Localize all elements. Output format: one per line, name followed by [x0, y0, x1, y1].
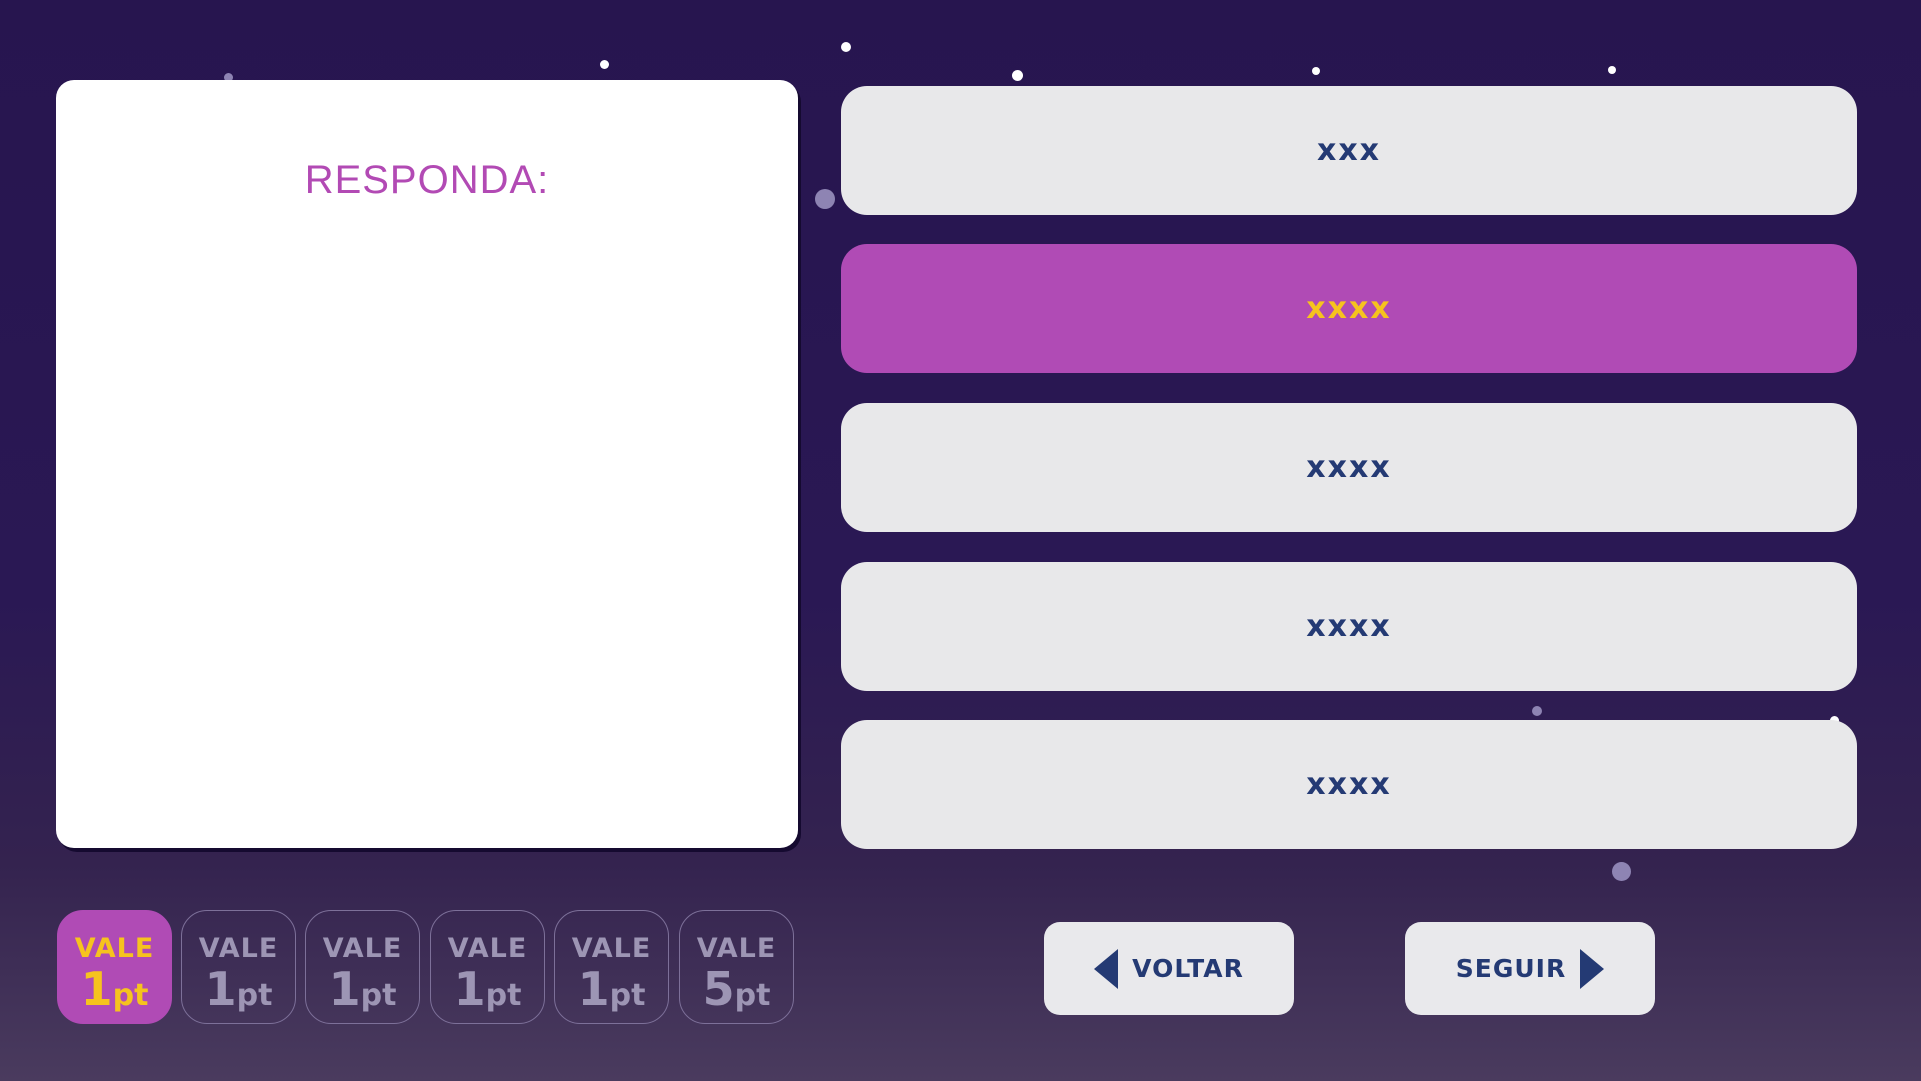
answer-option-text: xxxx — [1306, 450, 1392, 485]
star-decoration — [1532, 706, 1542, 716]
answer-option-text: xxxx — [1306, 609, 1392, 644]
point-value: 1pt — [58, 962, 171, 1016]
point-vale-label: VALE — [447, 933, 528, 964]
point-vale-label: VALE — [571, 933, 652, 964]
star-decoration — [841, 42, 851, 52]
point-value: 1pt — [431, 962, 544, 1016]
next-button[interactable]: SEGUIR — [1405, 922, 1655, 1015]
point-value-tab-6[interactable]: VALE 5pt — [679, 910, 794, 1024]
arrow-right-icon — [1580, 948, 1605, 989]
back-button[interactable]: VOLTAR — [1044, 922, 1294, 1015]
point-value-tab-2[interactable]: VALE 1pt — [181, 910, 296, 1024]
point-unit: pt — [734, 978, 771, 1013]
star-decoration — [1612, 862, 1631, 881]
answer-option-3[interactable]: xxxx — [841, 403, 1857, 532]
next-button-label: SEGUIR — [1455, 954, 1567, 983]
point-unit: pt — [360, 978, 397, 1013]
point-vale-label: VALE — [74, 933, 155, 964]
point-value-tab-5[interactable]: VALE 1pt — [554, 910, 669, 1024]
point-number: 1 — [577, 962, 610, 1016]
answer-option-5[interactable]: xxxx — [841, 720, 1857, 849]
point-value-tab-1[interactable]: VALE 1pt — [57, 910, 172, 1024]
point-value: 1pt — [555, 962, 668, 1016]
answer-option-text: xxxx — [1306, 291, 1392, 326]
point-number: 1 — [328, 962, 361, 1016]
point-unit: pt — [609, 978, 646, 1013]
point-value: 1pt — [182, 962, 295, 1016]
point-value-tab-4[interactable]: VALE 1pt — [430, 910, 545, 1024]
point-unit: pt — [236, 978, 273, 1013]
answer-option-text: xxx — [1316, 133, 1382, 168]
point-vale-label: VALE — [696, 933, 777, 964]
star-decoration — [1312, 67, 1320, 75]
star-decoration — [815, 189, 835, 209]
point-value: 5pt — [680, 962, 793, 1016]
question-label: RESPONDA: — [304, 158, 550, 202]
point-number: 1 — [80, 962, 113, 1016]
answer-option-4[interactable]: xxxx — [841, 562, 1857, 691]
answer-option-1[interactable]: xxx — [841, 86, 1857, 215]
point-vale-label: VALE — [322, 933, 403, 964]
point-value-tab-3[interactable]: VALE 1pt — [305, 910, 420, 1024]
star-decoration — [1012, 70, 1023, 81]
star-decoration — [600, 60, 609, 69]
back-button-label: VOLTAR — [1132, 954, 1244, 983]
answer-option-2[interactable]: xxxx — [841, 244, 1857, 373]
arrow-left-icon — [1094, 948, 1119, 989]
answer-option-text: xxxx — [1306, 767, 1392, 802]
point-vale-label: VALE — [198, 933, 279, 964]
question-card: RESPONDA: — [56, 80, 798, 848]
star-decoration — [1608, 66, 1616, 74]
point-unit: pt — [485, 978, 522, 1013]
point-number: 1 — [204, 962, 237, 1016]
point-value: 1pt — [306, 962, 419, 1016]
point-number: 5 — [702, 962, 735, 1016]
point-unit: pt — [112, 978, 149, 1013]
point-number: 1 — [453, 962, 486, 1016]
